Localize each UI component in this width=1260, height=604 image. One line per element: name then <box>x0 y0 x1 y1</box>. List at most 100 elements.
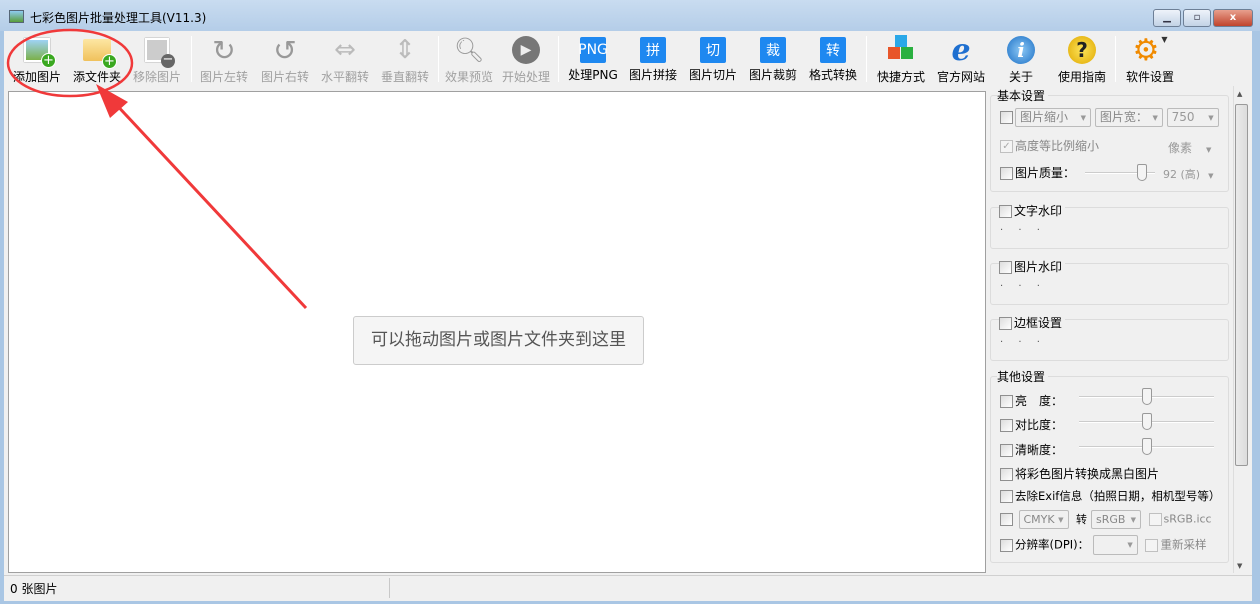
toolbar-button-crop[interactable]: 裁图片裁剪 <box>743 33 803 85</box>
grayscale-checkbox[interactable] <box>1000 468 1013 481</box>
toolbar-button-flip-vertical[interactable]: ⇕ 垂直翻转 <box>375 33 435 85</box>
color-from-select[interactable]: CMYK <box>1018 510 1069 529</box>
magnifier-icon: 🔍︎ <box>453 36 485 64</box>
quality-label: 图片质量： <box>1015 166 1076 180</box>
toolbar-label: 添加图片 <box>12 70 61 84</box>
toolbar-separator <box>558 36 559 82</box>
toolbar-button-shortcut-cubes[interactable]: 快捷方式 <box>871 33 931 85</box>
quality-slider[interactable] <box>1085 164 1155 181</box>
toolbar-label: 软件设置 <box>1125 70 1174 84</box>
resize-checkbox[interactable] <box>1000 111 1013 124</box>
contrast-checkbox[interactable] <box>1000 419 1013 432</box>
border-title: 边框设置 <box>1014 316 1063 330</box>
toolbar-button-add-image[interactable]: + 添加图片 <box>7 33 67 85</box>
text-watermark-more[interactable]: · · · <box>1000 225 1046 236</box>
toolbar-label: 关于 <box>1008 70 1033 84</box>
contrast-slider[interactable] <box>1079 413 1214 430</box>
brightness-label: 亮 度： <box>1015 394 1064 408</box>
remove-image-icon: − <box>142 35 175 68</box>
brightness-checkbox[interactable] <box>1000 395 1013 408</box>
flip-horizontal-icon: ⇔ <box>334 35 356 65</box>
scroll-down-icon[interactable]: ▼ <box>1237 562 1242 570</box>
toolbar-button-stitch[interactable]: 拼图片拼接 <box>623 33 683 85</box>
close-button[interactable]: x <box>1213 9 1253 27</box>
contrast-label: 对比度： <box>1015 418 1064 432</box>
unit-select[interactable]: 像素 ▼ <box>1168 139 1211 156</box>
quality-slider-thumb[interactable] <box>1137 164 1147 181</box>
remove-exif-label: 去除Exif信息（拍照日期，相机型号等） <box>1015 489 1221 503</box>
border-checkbox[interactable] <box>999 317 1012 330</box>
sharpness-slider-thumb[interactable] <box>1141 438 1152 455</box>
contrast-slider-thumb[interactable] <box>1141 413 1152 430</box>
rotate-left-icon: ↻ <box>212 33 236 67</box>
toolbar-button-slice[interactable]: 切图片切片 <box>683 33 743 85</box>
toolbar-label: 图片切片 <box>688 68 737 82</box>
toolbar-button-convert[interactable]: 转格式转换 <box>803 33 863 85</box>
text-watermark-checkbox[interactable] <box>999 205 1012 218</box>
minimize-button[interactable]: ▁ <box>1153 9 1181 27</box>
brightness-slider[interactable] <box>1079 388 1214 405</box>
stitch-icon: 拼 <box>640 37 666 63</box>
dpi-checkbox[interactable] <box>1000 538 1013 552</box>
toolbar-button-help[interactable]: ? 使用指南 <box>1052 33 1112 85</box>
toolbar-button-add-folder[interactable]: + 添文件夹 <box>67 33 127 85</box>
keep-ratio-label: 高度等比例缩小 <box>1015 139 1100 153</box>
other-settings-title: 其他设置 <box>997 368 1049 385</box>
toolbar-separator <box>1115 36 1116 82</box>
info-icon: i <box>1006 35 1036 65</box>
play-icon: ▶ <box>511 35 541 65</box>
scroll-up-icon[interactable]: ▲ <box>1237 90 1242 98</box>
sharpness-slider[interactable] <box>1079 438 1214 455</box>
icc-label: sRGB.icc <box>1163 512 1212 526</box>
remove-exif-checkbox[interactable] <box>1000 490 1013 503</box>
color-to-select[interactable]: sRGB <box>1091 510 1141 529</box>
toolbar-button-magnifier[interactable]: 🔍︎ 效果预览 <box>439 33 499 85</box>
quality-select[interactable]: 92 (高) ▼ <box>1163 166 1213 182</box>
toolbar-label: 开始处理 <box>501 70 550 84</box>
sharpness-checkbox[interactable] <box>1000 444 1013 457</box>
resize-mode-select[interactable]: 图片缩小 <box>1015 108 1091 127</box>
toolbar-label: 图片拼接 <box>628 68 677 82</box>
gear-icon: ⚙ ▼ <box>1132 32 1168 68</box>
toolbar-button-play[interactable]: ▶ 开始处理 <box>496 33 556 85</box>
toolbar-button-gear[interactable]: ⚙ ▼ 软件设置 <box>1120 33 1180 85</box>
toolbar-label: 处理PNG <box>568 68 618 82</box>
toolbar-label: 水平翻转 <box>320 70 369 84</box>
toolbar-button-flip-horizontal[interactable]: ⇔ 水平翻转 <box>315 33 375 85</box>
to-label: 转 <box>1076 512 1087 526</box>
unit-label: 像素 <box>1168 141 1193 155</box>
flip-vertical-icon: ⇕ <box>394 35 416 65</box>
toolbar-button-rotate-left[interactable]: ↻ 图片左转 <box>194 33 254 85</box>
icc-checkbox[interactable] <box>1148 513 1162 526</box>
toolbar-button-remove-image[interactable]: − 移除图片 <box>127 33 187 85</box>
dpi-label: 分辨率(DPI)： <box>1015 537 1090 552</box>
toolbar-button-png[interactable]: PNG 处理PNG <box>563 33 623 85</box>
keep-ratio-checkbox[interactable]: ✓ <box>1000 140 1013 153</box>
toolbar-button-ie-browser[interactable]: e 官方网站 <box>931 33 991 85</box>
add-folder-icon: + <box>82 35 117 69</box>
rotate-right-icon: ↺ <box>273 33 297 67</box>
status-bar: 0 张图片 <box>4 575 1252 599</box>
resample-checkbox[interactable] <box>1145 538 1159 552</box>
brightness-slider-thumb[interactable] <box>1141 388 1152 405</box>
window-title: 七彩色图片批量处理工具(V11.3) <box>30 11 207 25</box>
border-more[interactable]: · · · <box>1000 337 1046 348</box>
scrollbar-thumb[interactable] <box>1235 104 1248 466</box>
toolbar-label: 格式转换 <box>808 68 857 82</box>
toolbar-button-info[interactable]: i 关于 <box>991 33 1051 85</box>
slice-icon: 切 <box>700 37 726 63</box>
resample-label: 重新采样 <box>1160 537 1207 552</box>
drop-hint: 可以拖动图片或图片文件夹到这里 <box>353 316 644 365</box>
quality-checkbox[interactable] <box>1000 167 1013 180</box>
maximize-button[interactable]: ▫ <box>1183 9 1211 27</box>
text-watermark-title: 文字水印 <box>1014 204 1063 218</box>
dimension-select[interactable]: 图片宽： <box>1094 108 1163 127</box>
image-watermark-more[interactable]: · · · <box>1000 281 1046 292</box>
size-input[interactable]: 750 <box>1166 108 1219 127</box>
toolbar-button-rotate-right[interactable]: ↺ 图片右转 <box>255 33 315 85</box>
ie-browser-icon: e <box>951 32 971 68</box>
color-convert-checkbox[interactable] <box>1000 513 1013 526</box>
image-watermark-checkbox[interactable] <box>999 261 1012 274</box>
dpi-input[interactable] <box>1092 535 1138 555</box>
toolbar-label: 快捷方式 <box>876 70 925 84</box>
